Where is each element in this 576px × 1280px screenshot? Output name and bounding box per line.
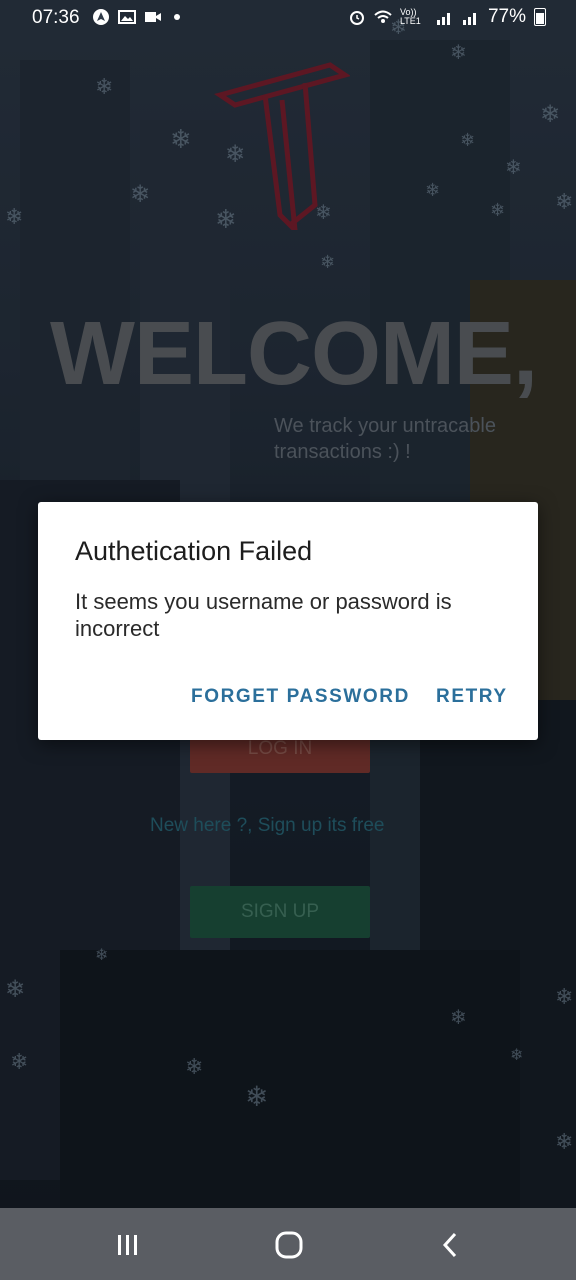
retry-button[interactable]: RETRY: [436, 686, 508, 708]
volte-indicator: Vo)) LTE1: [399, 7, 421, 26]
gallery-icon: [118, 10, 136, 24]
notification-dot-icon: [174, 14, 180, 20]
auth-failed-dialog: Authetication Failed It seems you userna…: [38, 502, 538, 740]
home-icon[interactable]: [274, 1230, 304, 1260]
wifi-icon: [374, 10, 392, 23]
back-icon[interactable]: [436, 1230, 466, 1260]
alarm-icon: [349, 11, 364, 25]
forget-password-button[interactable]: FORGET PASSWORD: [191, 686, 410, 708]
recent-apps-icon[interactable]: [113, 1230, 143, 1260]
signal-icon: [436, 13, 450, 25]
video-icon: [145, 12, 161, 22]
status-bar: 07:36 Vo)) LTE1 77%: [0, 0, 576, 36]
dialog-message: It seems you username or password is inc…: [75, 589, 452, 641]
signal-2-icon: [462, 13, 476, 25]
battery-icon: [534, 8, 546, 26]
dialog-title: Authetication Failed: [75, 536, 313, 566]
status-time: 07:36: [32, 7, 80, 28]
system-nav-bar: [0, 1208, 576, 1280]
navigation-app-icon: [93, 9, 109, 25]
battery-percent: 77%: [487, 6, 526, 27]
